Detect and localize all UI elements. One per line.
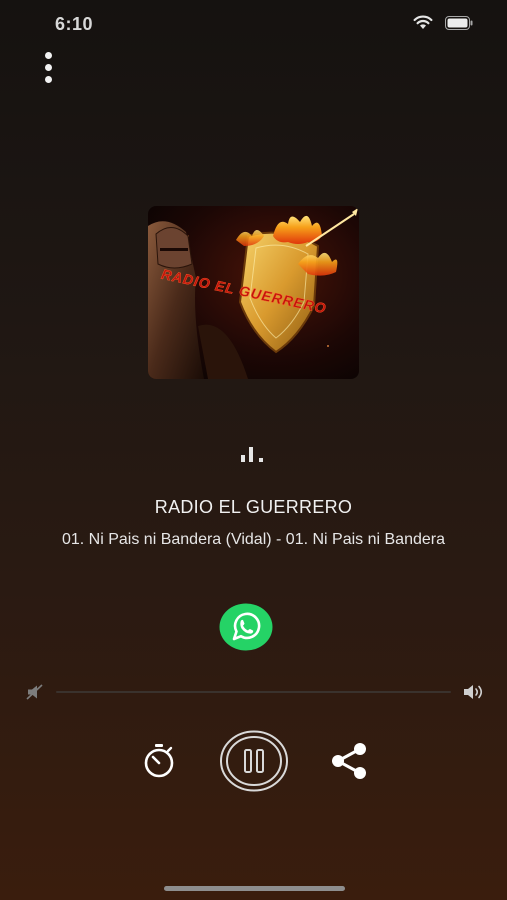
- menu-dot: [44, 51, 52, 59]
- volume-control: [26, 680, 485, 704]
- volume-mute-icon[interactable]: [26, 684, 44, 700]
- station-artwork: RADIO EL GUERRERO: [148, 206, 359, 379]
- station-logo-image: RADIO EL GUERRERO: [148, 206, 359, 379]
- battery-icon: [445, 15, 473, 30]
- equalizer-icon: [241, 447, 263, 462]
- status-bar: 6:10: [0, 0, 507, 46]
- pause-icon[interactable]: [219, 730, 289, 792]
- share-icon[interactable]: [329, 742, 369, 780]
- menu-dot: [44, 63, 52, 71]
- playback-controls: [0, 730, 507, 792]
- menu-dot: [44, 75, 52, 83]
- home-indicator[interactable]: [164, 886, 345, 891]
- stopwatch-icon[interactable]: [140, 742, 178, 780]
- status-time: 6:10: [55, 14, 94, 34]
- volume-slider[interactable]: [56, 691, 451, 693]
- status-icons: [413, 15, 473, 30]
- more-vertical-icon[interactable]: [36, 50, 60, 84]
- station-name: RADIO EL GUERRERO: [154, 497, 353, 517]
- whatsapp-icon[interactable]: [219, 603, 273, 651]
- wifi-icon: [413, 15, 433, 29]
- volume-max-icon[interactable]: [463, 683, 485, 701]
- now-playing-track: 01. Ni Pais ni Bandera (Vidal) - 01. Ni …: [61, 531, 445, 548]
